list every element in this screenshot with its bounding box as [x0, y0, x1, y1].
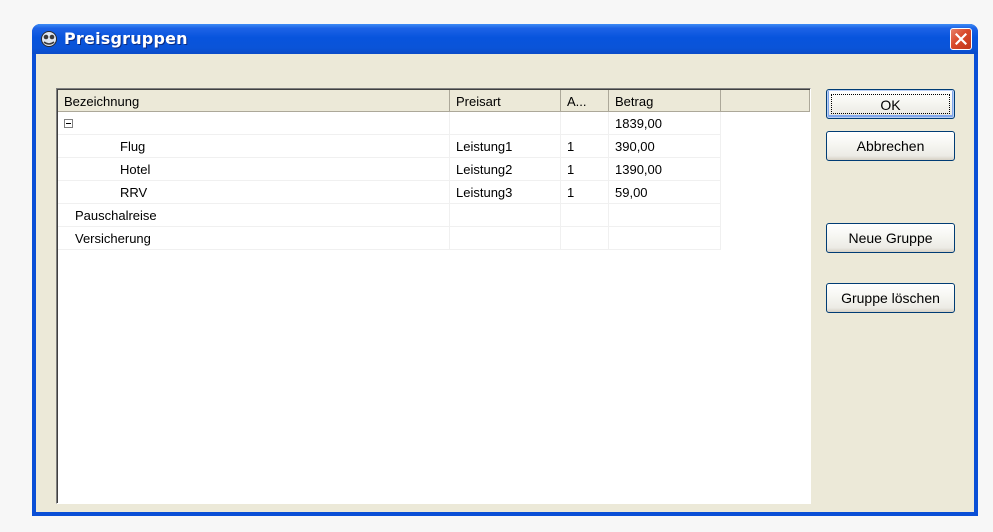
app-icon: [41, 31, 57, 47]
column-header-bezeichnung[interactable]: Bezeichnung: [58, 90, 450, 112]
delete-group-button[interactable]: Gruppe löschen: [826, 283, 955, 313]
cell-anzahl: 1: [561, 135, 609, 158]
close-icon: [955, 33, 967, 45]
cell-preisart: Leistung2: [450, 158, 561, 181]
cell-betrag: [609, 204, 721, 227]
cell-betrag: 1390,00: [609, 158, 721, 181]
cell-preisart: [450, 227, 561, 250]
cell-bezeichnung: Versicherung: [58, 227, 450, 250]
preisgruppen-dialog: Preisgruppen Bezeichnung Preisart A... B…: [32, 24, 978, 516]
cell-anzahl: [561, 112, 609, 135]
cell-bezeichnung: Hotel: [58, 158, 450, 181]
close-button[interactable]: [950, 28, 972, 50]
cell-betrag: 390,00: [609, 135, 721, 158]
cell-anzahl: [561, 204, 609, 227]
cell-bezeichnung: RRV: [58, 181, 450, 204]
cell-bezeichnung: [58, 112, 450, 135]
cell-preisart: Leistung3: [450, 181, 561, 204]
column-header-betrag[interactable]: Betrag: [609, 90, 721, 112]
ok-button-label: OK: [831, 94, 950, 114]
cell-betrag: 59,00: [609, 181, 721, 204]
window-title: Preisgruppen: [64, 29, 188, 48]
column-header-preisart[interactable]: Preisart: [450, 90, 561, 112]
cell-anzahl: [561, 227, 609, 250]
dialog-client-area: Bezeichnung Preisart A... Betrag 1839,00…: [36, 54, 974, 512]
cancel-button[interactable]: Abbrechen: [826, 131, 955, 161]
cell-bezeichnung: Pauschalreise: [58, 204, 450, 227]
ok-button[interactable]: OK: [826, 89, 955, 119]
collapse-icon[interactable]: [64, 119, 73, 128]
cell-betrag: 1839,00: [609, 112, 721, 135]
title-bar[interactable]: Preisgruppen: [32, 24, 978, 54]
cell-preisart: [450, 204, 561, 227]
cell-preisart: [450, 112, 561, 135]
cell-bezeichnung: Flug: [58, 135, 450, 158]
cell-betrag: [609, 227, 721, 250]
column-header-filler: [721, 90, 810, 112]
price-group-list[interactable]: Bezeichnung Preisart A... Betrag 1839,00…: [56, 88, 811, 504]
cell-preisart: Leistung1: [450, 135, 561, 158]
cell-anzahl: 1: [561, 158, 609, 181]
cell-anzahl: 1: [561, 181, 609, 204]
new-group-button[interactable]: Neue Gruppe: [826, 223, 955, 253]
column-header-anzahl[interactable]: A...: [561, 90, 609, 112]
